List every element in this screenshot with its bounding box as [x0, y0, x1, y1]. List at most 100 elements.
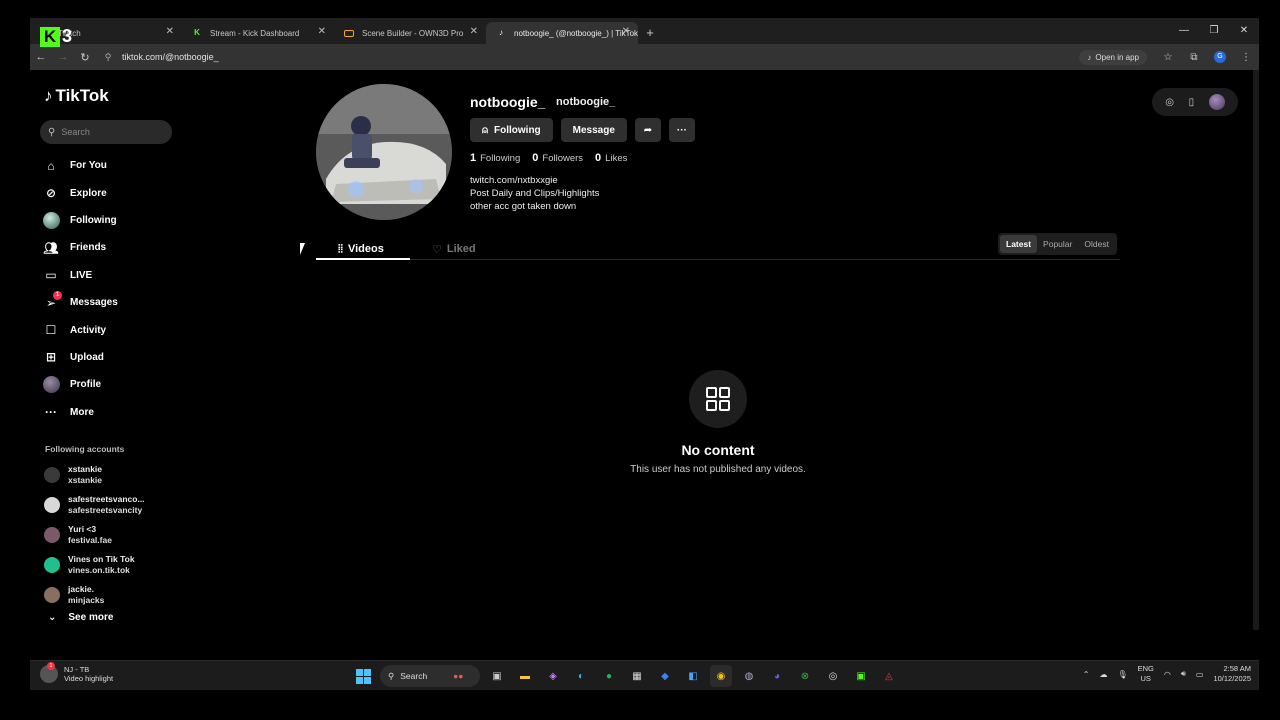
nav-live[interactable]: ▭ LIVE	[42, 262, 118, 289]
url-text: tiktok.com/@notboogie_	[122, 52, 219, 62]
search-input[interactable]: ⚲ Search	[40, 120, 172, 144]
file-explorer-icon[interactable]: ▬	[514, 665, 536, 687]
more-options-button[interactable]: ···	[668, 118, 695, 142]
mouse-cursor-icon	[300, 243, 310, 255]
cloud-icon[interactable]: ☁	[1099, 670, 1107, 679]
edge-icon[interactable]: ◐	[570, 665, 592, 687]
tiktok-logo[interactable]: ♪ TikTok	[44, 86, 109, 106]
wifi-icon[interactable]: ◠	[1164, 670, 1171, 679]
volume-icon[interactable]: 🔊︎	[1181, 669, 1186, 679]
extensions-icon[interactable]: ⧉	[1181, 52, 1207, 63]
account-item[interactable]: jackie. minjacks	[44, 580, 145, 610]
tab-bar: Twitch ✕ K Stream - Kick Dashboard ✕ Sce…	[30, 18, 1259, 44]
nav-explore[interactable]: ⊘ Explore	[42, 179, 118, 206]
account-item[interactable]: Yuri <3 festival.fae	[44, 520, 145, 550]
stat-following[interactable]: 1 Following	[470, 152, 520, 164]
reload-icon[interactable]: ↻	[74, 46, 96, 68]
sort-oldest[interactable]: Oldest	[1078, 235, 1115, 253]
chrome-icon[interactable]: ◉	[710, 665, 732, 687]
nav-friends[interactable]: 👥︎ Friends	[42, 234, 118, 261]
dropbox-icon[interactable]: ◆	[654, 665, 676, 687]
new-tab-button[interactable]: +	[638, 25, 662, 40]
red-app-icon[interactable]: ◬	[878, 665, 900, 687]
account-item[interactable]: Vines on Tik Tok vines.on.tik.tok	[44, 550, 145, 580]
menu-kebab-icon[interactable]: ⋮	[1233, 52, 1259, 63]
account-item[interactable]: safestreetsvanco... safestreetsvancity	[44, 490, 145, 520]
tab-videos[interactable]: ⦙⦙ Videos	[338, 238, 384, 260]
taskbar-search[interactable]: ⚲ Search ●●	[380, 665, 480, 687]
close-window-icon[interactable]: ✕	[1229, 18, 1259, 42]
store-icon[interactable]: ▦	[626, 665, 648, 687]
nav-messages[interactable]: ➢ 1 Messages	[42, 289, 118, 316]
see-more-button[interactable]: ⌄ See more	[48, 612, 113, 623]
get-app-icon[interactable]: ▯	[1189, 97, 1195, 108]
brand-name: TikTok	[55, 86, 109, 105]
tab-kick-dashboard[interactable]: K Stream - Kick Dashboard ✕	[182, 22, 334, 44]
kick-app-icon[interactable]: ▣	[850, 665, 872, 687]
stat-followers[interactable]: 0 Followers	[532, 152, 583, 164]
site-info-icon[interactable]: ⚲	[100, 52, 116, 63]
back-icon[interactable]: ←	[30, 46, 52, 68]
tiktok-favicon-icon: ♪	[499, 28, 503, 37]
activity-icon: ☐	[45, 323, 57, 338]
close-tab-icon[interactable]: ✕	[318, 26, 326, 37]
nav-profile[interactable]: Profile	[42, 371, 118, 398]
steam-icon[interactable]: ◍	[738, 665, 760, 687]
url-field[interactable]: ⚲ tiktok.com/@notboogie_	[100, 47, 1079, 67]
bookmark-star-icon[interactable]: ☆	[1155, 52, 1181, 63]
tiktok-small-icon: ♪	[1087, 52, 1092, 62]
language-indicator[interactable]: ENG US	[1138, 664, 1154, 684]
obs-icon[interactable]: ◎	[822, 665, 844, 687]
microphone-icon[interactable]: 🎙︎	[1117, 670, 1127, 679]
notification-badge: 1	[47, 662, 55, 670]
close-tab-icon[interactable]: ✕	[470, 26, 478, 37]
following-button[interactable]: ⍝ Following	[470, 118, 553, 142]
open-in-app-button[interactable]: ♪ Open in app	[1079, 49, 1147, 65]
nav-for-you[interactable]: ⌂ For You	[42, 152, 118, 179]
upload-icon: ⊞	[45, 350, 57, 365]
sort-latest[interactable]: Latest	[1000, 235, 1038, 253]
task-view-icon[interactable]: ▣	[486, 665, 508, 687]
spotify-icon[interactable]: ●	[598, 665, 620, 687]
xbox-icon[interactable]: ⊗	[794, 665, 816, 687]
kick-overlay-logo: K 3	[40, 26, 72, 47]
tab-scene-builder[interactable]: Scene Builder - OWN3D Pro ✕	[334, 22, 486, 44]
nav-label: Messages	[70, 297, 118, 309]
send-icon: ➢ 1	[42, 290, 62, 312]
account-avatar	[44, 587, 60, 603]
close-tab-icon[interactable]: ✕	[622, 26, 630, 37]
coins-icon[interactable]: ◎	[1165, 97, 1174, 108]
message-button[interactable]: Message	[560, 118, 627, 142]
minimize-icon[interactable]: —	[1169, 18, 1199, 42]
page-scrollbar[interactable]	[1253, 70, 1259, 630]
profile-avatar-button[interactable]: G	[1214, 51, 1226, 63]
widget-avatar-icon: 1	[40, 662, 58, 683]
tab-videos-label: Videos	[347, 243, 384, 255]
sort-popular[interactable]: Popular	[1037, 235, 1078, 253]
share-button[interactable]: ➦	[634, 118, 661, 142]
chevron-up-icon[interactable]: ⌃	[1083, 670, 1090, 679]
battery-icon[interactable]: ▭	[1196, 670, 1204, 679]
taskbar-notification[interactable]: 1 NJ - TB Video highlight	[40, 662, 113, 683]
forward-icon[interactable]: →	[52, 46, 74, 68]
clock-time: 2:58 AM	[1223, 664, 1251, 673]
user-avatar-button[interactable]	[1208, 94, 1225, 110]
tab-tiktok[interactable]: ♪ notboogie_ (@notboogie_) | TikTok ✕	[486, 22, 638, 44]
start-button[interactable]	[352, 665, 374, 687]
discord-icon[interactable]: ◕	[766, 665, 788, 687]
close-tab-icon[interactable]: ✕	[166, 26, 174, 37]
clock[interactable]: 2:58 AM 10/12/2025	[1213, 664, 1251, 684]
nav-label: Friends	[70, 242, 107, 254]
copilot-icon[interactable]: ◈	[542, 665, 564, 687]
maximize-icon[interactable]: ❐	[1199, 18, 1229, 42]
account-item[interactable]: xstankie xstankie	[44, 460, 145, 490]
nav-activity[interactable]: ☐ Activity	[42, 316, 118, 343]
nav-more[interactable]: ··· More	[42, 399, 118, 426]
profile-username: notboogie_	[470, 94, 546, 110]
bio-line: other acc got taken down	[470, 201, 577, 212]
app-icon[interactable]: ◧	[682, 665, 704, 687]
lang-top: ENG	[1137, 664, 1154, 673]
nav-upload[interactable]: ⊞ Upload	[42, 344, 118, 371]
tab-liked[interactable]: ♡ Liked	[432, 238, 476, 260]
nav-following[interactable]: Following	[42, 207, 118, 234]
